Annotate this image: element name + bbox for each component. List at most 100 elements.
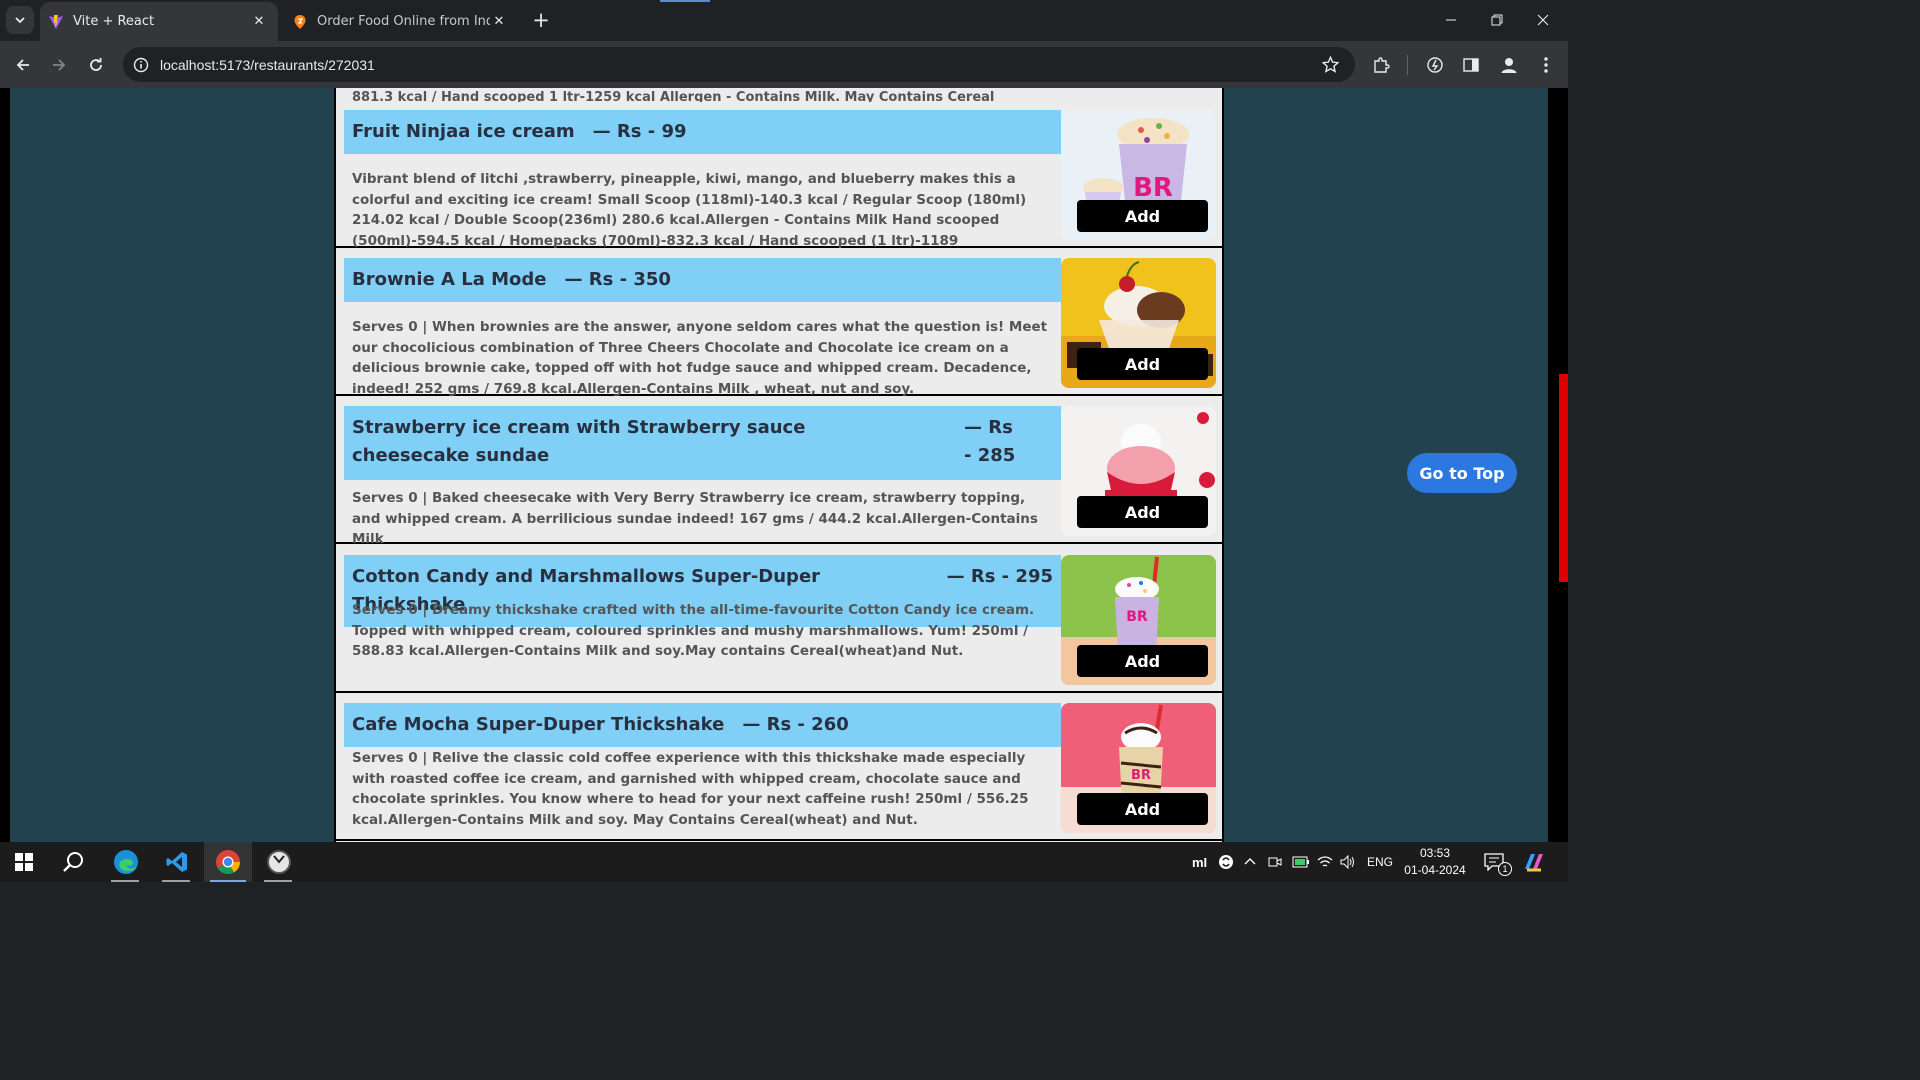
copilot-icon — [1525, 854, 1543, 872]
vite-icon — [49, 14, 63, 29]
url-text: localhost:5173/restaurants/272031 — [160, 56, 375, 73]
taskbar-clock-app[interactable] — [257, 842, 301, 882]
tab-swiggy[interactable]: Order Food Online from India's ✕ — [284, 2, 518, 41]
add-button[interactable]: Add — [1077, 645, 1208, 677]
battery-icon[interactable] — [1292, 842, 1310, 882]
language-indicator[interactable]: ENG — [1367, 842, 1393, 882]
vscode-running-indicator — [162, 880, 190, 882]
chrome-menu-button[interactable] — [1531, 50, 1561, 80]
taskbar-vscode[interactable] — [155, 842, 199, 882]
add-button[interactable]: Add — [1077, 348, 1208, 380]
system-clock[interactable]: 03:53 01-04-2024 — [1398, 845, 1472, 879]
address-bar[interactable]: localhost:5173/restaurants/272031 — [123, 47, 1355, 82]
item-price: — Rs - 350 — [564, 269, 671, 290]
item-name: Strawberry ice cream with Strawberry sau… — [352, 417, 806, 466]
side-panel-button[interactable] — [1456, 50, 1486, 80]
tab-search-button[interactable] — [6, 6, 34, 34]
windows-logo-icon — [15, 853, 33, 871]
notifications-button[interactable]: 1 — [1484, 842, 1512, 882]
forward-button[interactable] — [44, 50, 74, 80]
side-panel-icon — [1463, 58, 1479, 72]
back-button[interactable] — [8, 50, 38, 80]
arrow-left-icon — [16, 59, 29, 71]
close-icon[interactable]: ✕ — [250, 13, 268, 31]
performance-button[interactable] — [1420, 50, 1450, 80]
add-button[interactable]: Add — [1077, 496, 1208, 528]
chrome-running-indicator — [210, 880, 246, 882]
windows-taskbar: mI ENG 03:53 01-04-2024 1 — [0, 842, 1568, 882]
reload-button[interactable] — [81, 50, 111, 80]
extensions-button[interactable] — [1366, 50, 1396, 80]
chevron-down-icon — [15, 17, 25, 24]
profile-button[interactable] — [1494, 50, 1524, 80]
star-icon[interactable] — [1322, 56, 1339, 73]
restore-button[interactable] — [1474, 0, 1520, 40]
tab-vite-react[interactable]: Vite + React ✕ — [40, 2, 278, 41]
menu-list: 881.3 kcal / Hand scooped 1 ltr-1259 kca… — [334, 88, 1224, 842]
kebab-menu-icon — [1544, 57, 1548, 73]
menu-item-card: Cafe Mocha Super-Duper Thickshake — Rs -… — [336, 695, 1222, 841]
edge-icon — [114, 850, 138, 874]
taskbar-chrome[interactable] — [206, 842, 250, 882]
copilot-button[interactable] — [1522, 842, 1546, 882]
scrollbar-thumb[interactable] — [1559, 374, 1568, 582]
clock-date: 01-04-2024 — [1404, 863, 1466, 877]
new-tab-button[interactable]: + — [528, 7, 554, 33]
minimize-icon — [1446, 19, 1456, 21]
menu-item-card: Cotton Candy and Marshmallows Super-Dupe… — [336, 547, 1222, 693]
svg-text:BR: BR — [1131, 768, 1151, 783]
vscode-icon — [166, 852, 187, 872]
tab-title: Vite + React — [73, 14, 155, 29]
page-viewport: 881.3 kcal / Hand scooped 1 ltr-1259 kca… — [0, 88, 1568, 842]
item-price: — Rs - 285 — [964, 417, 1016, 466]
toolbar-divider — [1407, 55, 1408, 75]
menu-item-card: Strawberry ice cream with Strawberry sau… — [336, 398, 1222, 547]
item-header: Cafe Mocha Super-Duper Thickshake — Rs -… — [344, 703, 1061, 747]
item-price: — Rs - 260 — [742, 714, 849, 735]
item-header: Brownie A La Mode — Rs - 350 — [344, 258, 1061, 302]
avatar-icon — [1501, 58, 1517, 73]
item-header: Fruit Ninjaa ice cream — Rs - 99 — [344, 110, 1061, 154]
start-button[interactable] — [2, 842, 46, 882]
add-button[interactable]: Add — [1077, 793, 1208, 825]
close-icon[interactable]: ✕ — [490, 13, 508, 31]
item-name: Fruit Ninjaa ice cream — [352, 121, 575, 142]
tab-title: Order Food Online from India's — [317, 14, 490, 29]
add-button[interactable]: Add — [1077, 200, 1208, 232]
sync-icon — [1219, 855, 1233, 869]
chevron-up-icon[interactable] — [1244, 842, 1256, 882]
close-window-button[interactable] — [1520, 0, 1566, 40]
restore-icon — [1491, 14, 1503, 26]
item-name: Brownie A La Mode — [352, 269, 547, 290]
minimize-button[interactable] — [1428, 0, 1474, 40]
svg-text:BR: BR — [1126, 609, 1148, 625]
item-header: Strawberry ice cream with Strawberry sau… — [344, 406, 1061, 480]
mi-tray-icon[interactable]: mI — [1192, 842, 1207, 882]
close-icon — [1537, 14, 1549, 26]
puzzle-icon — [1374, 57, 1390, 73]
info-icon[interactable] — [133, 57, 149, 73]
svg-text:BR: BR — [1133, 173, 1173, 203]
item-description: Serves 0 | Relive the classic cold coffe… — [352, 750, 1029, 828]
chrome-icon — [216, 850, 240, 875]
search-icon — [63, 852, 83, 872]
item-description: Serves 0 | Baked cheesecake with Very Be… — [352, 490, 1038, 547]
menu-item-card: Brownie A La Mode — Rs - 350 Serves 0 | … — [336, 250, 1222, 397]
go-to-top-button[interactable]: Go to Top — [1407, 453, 1517, 493]
wifi-icon[interactable] — [1317, 842, 1333, 882]
taskbar-edge[interactable] — [104, 842, 148, 882]
sync-tray-icon[interactable] — [1218, 842, 1234, 882]
speed-icon — [1427, 57, 1443, 73]
tab-drag-indicator — [660, 0, 710, 2]
item-description: Serves 0 | Dreamy thickshake crafted wit… — [352, 602, 1035, 659]
volume-icon[interactable] — [1340, 842, 1356, 882]
search-button[interactable] — [52, 842, 96, 882]
item-description: Serves 0 | When brownies are the answer,… — [352, 319, 1048, 397]
menu-item-card: Fruit Ninjaa ice cream — Rs - 99 Vibrant… — [336, 102, 1222, 269]
meet-now-icon[interactable] — [1268, 842, 1282, 882]
clock-app-icon — [267, 850, 291, 874]
arrow-right-icon — [53, 59, 66, 71]
left-edge — [0, 88, 10, 842]
item-price: — Rs - 99 — [592, 121, 687, 142]
swiggy-icon — [294, 14, 306, 29]
